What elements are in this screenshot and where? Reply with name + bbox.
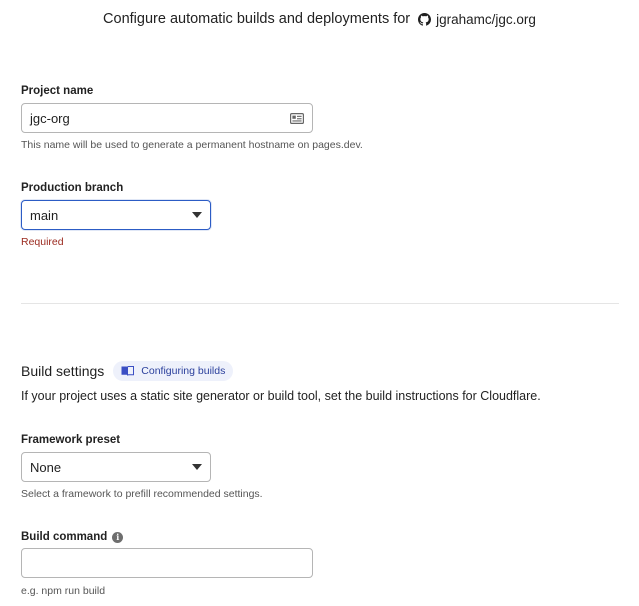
- build-settings-header: Build settings Configuring builds: [21, 361, 234, 381]
- framework-preset-label: Framework preset: [21, 434, 121, 446]
- build-command-input[interactable]: [21, 548, 313, 578]
- framework-preset-help: Select a framework to prefill recommende…: [21, 488, 263, 500]
- framework-preset-value: None: [30, 459, 62, 475]
- build-command-help: e.g. npm run build: [21, 585, 106, 597]
- build-command-label-row: Build command i: [21, 531, 124, 543]
- repo-name: jgrahamc/jgc.org: [436, 11, 536, 27]
- book-icon: [121, 366, 135, 376]
- build-command-label: Build command: [21, 531, 108, 543]
- chevron-down-icon: [192, 212, 202, 218]
- repo-link[interactable]: jgrahamc/jgc.org: [418, 12, 536, 27]
- framework-preset-select[interactable]: None: [21, 452, 211, 482]
- info-icon[interactable]: i: [112, 531, 124, 543]
- project-name-value: jgc-org: [30, 110, 70, 126]
- configuring-builds-label: Configuring builds: [141, 365, 226, 377]
- project-name-help: This name will be used to generate a per…: [21, 139, 363, 151]
- section-divider: [21, 303, 619, 304]
- build-settings-title: Build settings: [21, 363, 105, 379]
- page-header: Configure automatic builds and deploymen…: [0, 0, 639, 38]
- build-settings-description: If your project uses a static site gener…: [21, 389, 541, 403]
- chevron-down-icon: [192, 464, 202, 470]
- production-branch-error: Required: [21, 236, 64, 248]
- production-branch-select[interactable]: main: [21, 200, 211, 230]
- id-card-icon: [290, 112, 304, 124]
- production-branch-label: Production branch: [21, 182, 124, 194]
- production-branch-value: main: [30, 207, 59, 223]
- project-name-input[interactable]: jgc-org: [21, 103, 313, 133]
- header-title: Configure automatic builds and deploymen…: [103, 11, 411, 27]
- configuring-builds-link[interactable]: Configuring builds: [113, 361, 234, 381]
- project-name-label: Project name: [21, 85, 94, 97]
- github-icon: [418, 12, 432, 26]
